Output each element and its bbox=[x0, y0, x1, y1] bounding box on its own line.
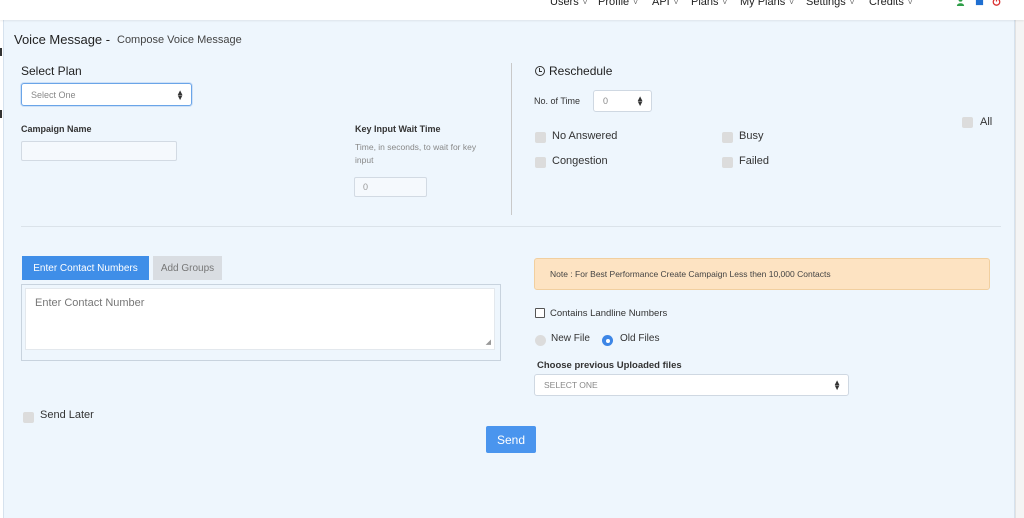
nav-credits[interactable]: Credits ˅ bbox=[869, 0, 913, 8]
nav-api[interactable]: API ˅ bbox=[652, 0, 678, 8]
nav-settings-label: Settings bbox=[806, 0, 846, 8]
send-later-label: Send Later bbox=[40, 409, 94, 421]
reschedule-title: Reschedule bbox=[549, 64, 613, 78]
column-divider bbox=[511, 63, 512, 215]
plan-select[interactable]: Select One ▲ ▼ bbox=[21, 83, 192, 106]
old-files-radio[interactable] bbox=[602, 335, 613, 346]
busy-label: Busy bbox=[739, 130, 764, 142]
tab-groups-label: Add Groups bbox=[160, 262, 215, 274]
key-input-value: 0 bbox=[363, 182, 369, 192]
scrollbar[interactable] bbox=[1015, 20, 1024, 518]
send-later-checkbox[interactable] bbox=[23, 412, 34, 423]
top-navbar: Users ˅ Profile ˅ API ˅ Plans ˅ My Plans ˅ Se… bbox=[0, 0, 1024, 20]
plan-select-value: Select One bbox=[31, 89, 76, 100]
reschedule-heading: Reschedule bbox=[535, 64, 612, 78]
chevron-down-icon: ˅ bbox=[789, 0, 794, 7]
nav-profile[interactable]: Profile ˅ bbox=[598, 0, 638, 8]
resize-grip-icon[interactable]: ◢ bbox=[486, 338, 491, 346]
contact-numbers-textarea[interactable]: Enter Contact Number ◢ bbox=[25, 288, 495, 350]
page-subtitle: Compose Voice Message bbox=[117, 34, 242, 46]
edge-mark bbox=[0, 48, 2, 56]
tab-add-groups[interactable]: Add Groups bbox=[153, 256, 222, 280]
old-files-label: Old Files bbox=[620, 333, 660, 344]
nav-plans[interactable]: Plans ˅ bbox=[691, 0, 727, 8]
clock-icon bbox=[535, 66, 545, 76]
nav-profile-label: Profile bbox=[598, 0, 630, 8]
no-of-time-label: No. of Time bbox=[534, 96, 581, 106]
chevron-down-icon: ˅ bbox=[907, 0, 913, 7]
no-answered-label: No Answered bbox=[552, 130, 618, 142]
tab-enter-contact-numbers[interactable]: Enter Contact Numbers bbox=[22, 256, 149, 280]
nav-credits-label: Credits bbox=[869, 0, 904, 8]
failed-label: Failed bbox=[739, 155, 769, 167]
congestion-label: Congestion bbox=[552, 155, 608, 167]
key-input-label: Key Input Wait Time bbox=[355, 124, 441, 134]
previous-files-value: SELECT ONE bbox=[544, 380, 598, 390]
tab-enter-label: Enter Contact Numbers bbox=[33, 262, 138, 274]
section-divider bbox=[21, 226, 1001, 227]
no-of-time-value: 0 bbox=[603, 96, 609, 106]
nav-my-plans-label: My Plans bbox=[740, 0, 786, 8]
select-arrows-icon: ▲ ▼ bbox=[833, 378, 841, 392]
no-of-time-select[interactable]: 0 ▲ ▼ bbox=[593, 90, 652, 112]
previous-files-select[interactable]: SELECT ONE ▲ ▼ bbox=[534, 374, 849, 396]
new-file-label: New File bbox=[551, 333, 590, 344]
user-icon[interactable] bbox=[956, 0, 965, 6]
landline-checkbox[interactable] bbox=[535, 308, 545, 318]
nav-settings[interactable]: Settings ˅ bbox=[806, 0, 854, 8]
page-title: Voice Message - bbox=[14, 32, 111, 47]
select-plan-label: Select Plan bbox=[21, 64, 82, 78]
congestion-checkbox[interactable] bbox=[535, 157, 546, 168]
key-input-wait-field[interactable]: 0 bbox=[354, 177, 427, 197]
all-checkbox[interactable] bbox=[962, 117, 973, 128]
key-input-help: Time, in seconds, to wait for key input bbox=[355, 142, 477, 165]
nav-api-label: API bbox=[652, 0, 670, 8]
select-arrows-icon: ▲ ▼ bbox=[636, 94, 644, 108]
failed-checkbox[interactable] bbox=[722, 157, 733, 168]
nav-my-plans[interactable]: My Plans ˅ bbox=[740, 0, 794, 8]
chevron-down-icon: ˅ bbox=[722, 0, 728, 7]
chevron-down-icon: ˅ bbox=[582, 0, 588, 7]
landline-label: Contains Landline Numbers bbox=[550, 308, 668, 319]
send-button[interactable]: Send bbox=[486, 426, 536, 453]
campaign-name-label: Campaign Name bbox=[21, 124, 92, 134]
contact-numbers-placeholder: Enter Contact Number bbox=[35, 297, 145, 309]
contact-numbers-box: Enter Contact Number ◢ bbox=[21, 284, 501, 361]
chevron-down-icon: ˅ bbox=[673, 0, 679, 7]
performance-note-text: Note : For Best Performance Create Campa… bbox=[550, 269, 831, 279]
all-label: All bbox=[980, 116, 993, 128]
nav-plans-label: Plans bbox=[691, 0, 719, 8]
compose-panel: Voice Message - Compose Voice Message Se… bbox=[3, 20, 1015, 518]
chevron-down-icon: ˅ bbox=[849, 0, 855, 7]
edge-mark bbox=[0, 110, 2, 118]
campaign-name-input[interactable] bbox=[21, 141, 177, 161]
select-arrows-icon: ▲ ▼ bbox=[176, 87, 184, 102]
performance-note: Note : For Best Performance Create Campa… bbox=[534, 258, 990, 290]
square-icon[interactable] bbox=[975, 0, 984, 6]
no-answered-checkbox[interactable] bbox=[535, 132, 546, 143]
chevron-down-icon: ˅ bbox=[633, 0, 638, 7]
power-icon[interactable] bbox=[992, 0, 1001, 6]
busy-checkbox[interactable] bbox=[722, 132, 733, 143]
new-file-radio[interactable] bbox=[535, 335, 546, 346]
previous-files-label: Choose previous Uploaded files bbox=[537, 360, 682, 371]
nav-users[interactable]: Users ˅ bbox=[550, 0, 587, 8]
nav-users-label: Users bbox=[550, 0, 579, 8]
